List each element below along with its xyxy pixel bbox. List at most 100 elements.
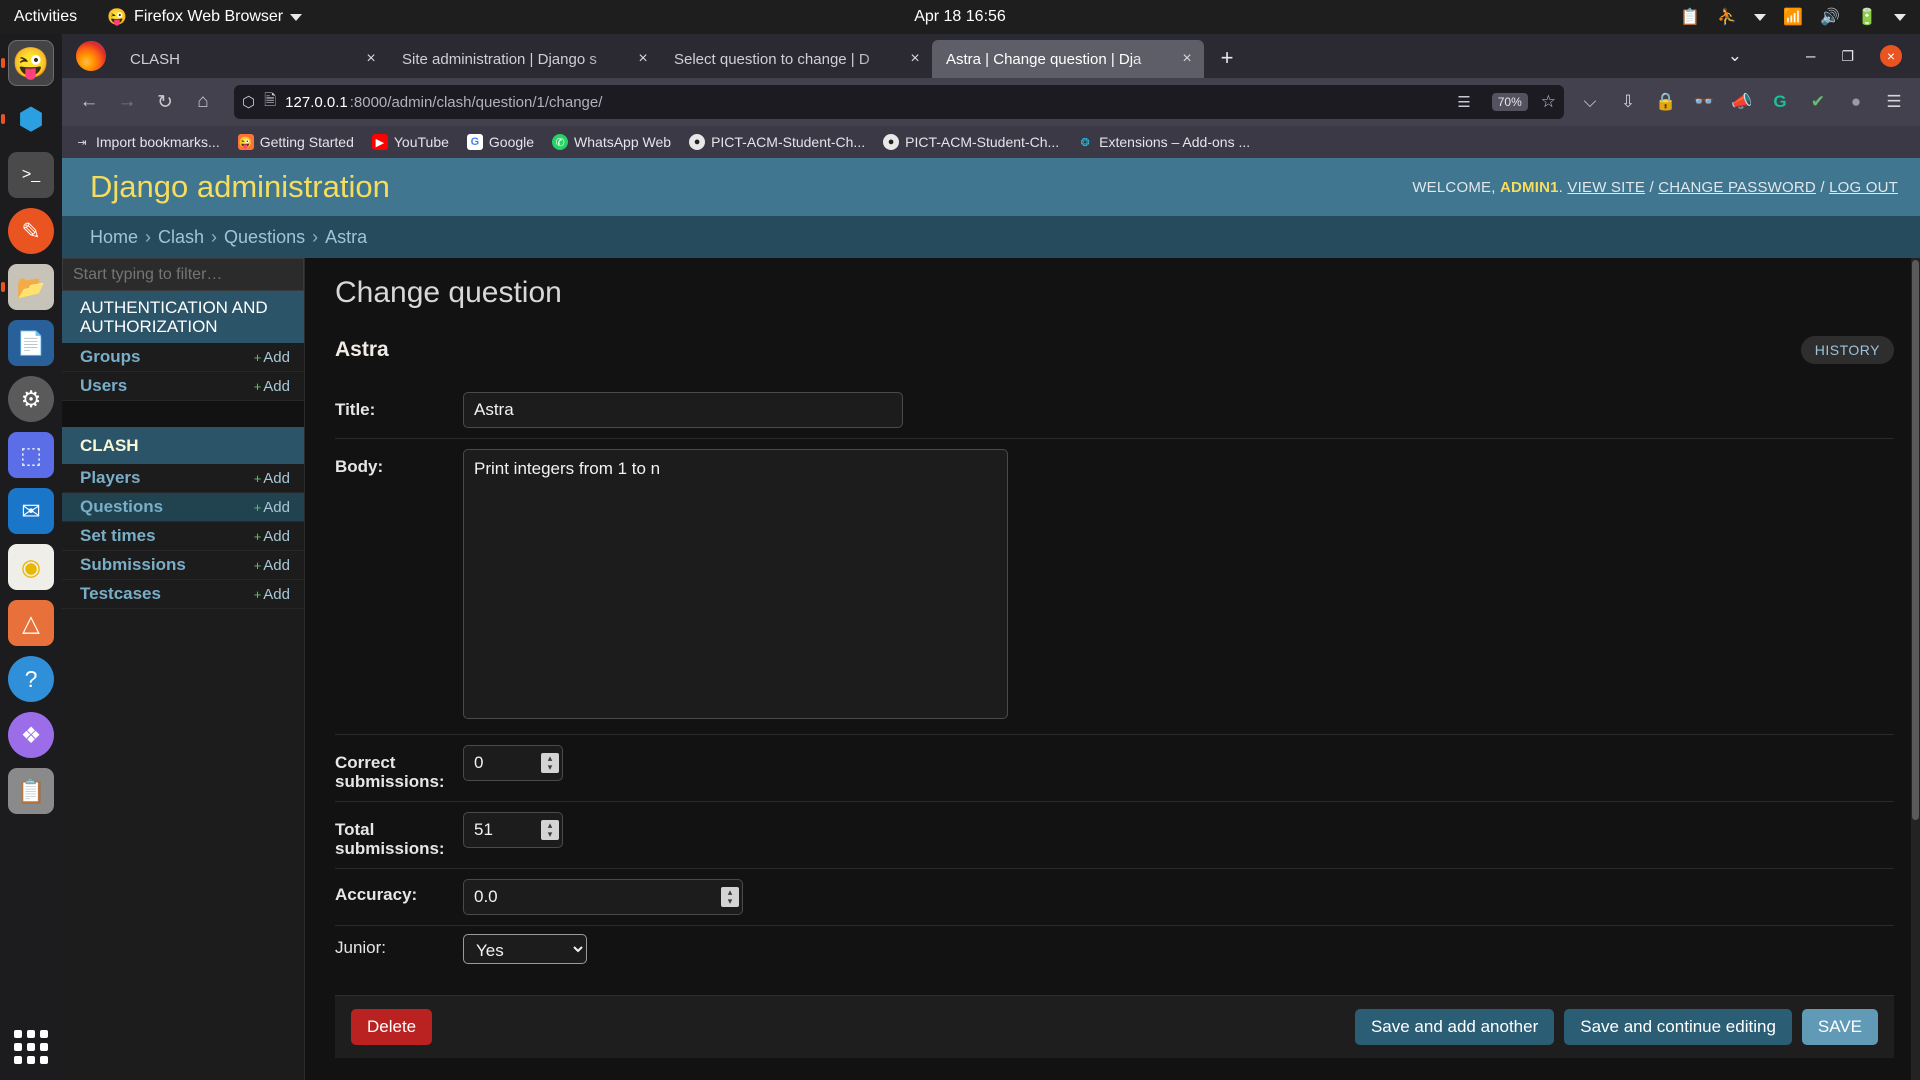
dock-item-settings[interactable]: ⚙ [8, 376, 54, 422]
clock[interactable]: Apr 18 16:56 [914, 8, 1006, 26]
shield-icon[interactable]: ⬡ [242, 93, 255, 111]
system-tray[interactable]: 📋 ⛹ 📶 🔊 🔋 [1680, 7, 1906, 27]
spinner-icon[interactable]: ▴ ▾ [541, 820, 559, 841]
change-password-link[interactable]: CHANGE PASSWORD [1658, 179, 1816, 196]
bookmark-whatsapp-web[interactable]: ✆ WhatsApp Web [552, 134, 671, 150]
close-window-button[interactable]: × [1880, 45, 1902, 67]
dock-item-files[interactable]: 📂 [8, 264, 54, 310]
dock-item-terminal[interactable]: >_ [8, 152, 54, 198]
dock-item-thunderbird[interactable]: ✉ [8, 488, 54, 534]
view-site-link[interactable]: VIEW SITE [1567, 179, 1645, 196]
bookmark-star-icon[interactable]: ☆ [1541, 92, 1556, 112]
delete-button[interactable]: Delete [351, 1009, 433, 1045]
accessibility-chevron-icon[interactable] [1754, 13, 1767, 21]
show-applications-button[interactable] [8, 1024, 54, 1070]
dock-item-screenshot[interactable]: ⬚ [8, 432, 54, 478]
list-all-tabs-icon[interactable]: ⌄ [1728, 46, 1742, 66]
sidebar-item-groups[interactable]: Groups + Add [62, 343, 304, 373]
add-groups-link[interactable]: + Add [254, 349, 290, 366]
accuracy-input[interactable] [463, 879, 743, 916]
accessibility-icon[interactable]: ⛹ [1717, 7, 1737, 27]
sidebar-item-users[interactable]: Users + Add [62, 372, 304, 402]
add-questions-link[interactable]: + Add [254, 499, 290, 516]
zoom-level-badge[interactable]: 70% [1491, 93, 1528, 111]
dock-item-libreoffice-writer[interactable]: 📄 [8, 320, 54, 366]
downloads-icon[interactable]: ⇩ [1616, 90, 1640, 114]
back-button[interactable]: ← [72, 85, 106, 119]
bookmark-import-bookmarks[interactable]: ⇥ Import bookmarks... [74, 134, 219, 150]
add-submissions-link[interactable]: + Add [254, 557, 290, 574]
pocket-icon[interactable]: ⌵ [1578, 90, 1602, 114]
dock-item-network-graph[interactable]: ❖ [8, 712, 54, 758]
breadcrumb-clash[interactable]: Clash [158, 227, 204, 248]
volume-icon[interactable]: 🔊 [1820, 7, 1840, 27]
wifi-icon[interactable]: 📶 [1783, 7, 1803, 27]
password-shield-icon[interactable]: 🔒 [1654, 90, 1678, 114]
avatar-extension-icon[interactable]: 👓 [1692, 90, 1716, 114]
sidebar-item-submissions[interactable]: Submissions + Add [62, 551, 304, 581]
sidebar-item-questions[interactable]: Questions + Add [62, 493, 304, 523]
model-label[interactable]: Questions [80, 497, 163, 517]
dock-item-firefox[interactable]: 😜 [8, 40, 54, 86]
activities-button[interactable]: Activities [14, 8, 77, 26]
body-textarea[interactable]: Print integers from 1 to n [463, 449, 1008, 719]
new-tab-button[interactable]: + [1210, 41, 1244, 75]
reader-view-icon[interactable]: ☰ [1451, 91, 1476, 113]
app-menu-firefox[interactable]: 😜 Firefox Web Browser [107, 7, 303, 27]
title-input[interactable] [463, 392, 903, 428]
tab-close-icon[interactable]: × [904, 50, 926, 68]
dock-item-rhythmbox[interactable]: ◉ [8, 544, 54, 590]
account-icon[interactable]: ● [1844, 90, 1868, 114]
sidebar-item-players[interactable]: Players + Add [62, 464, 304, 494]
site-brand[interactable]: Django administration [90, 169, 390, 205]
add-testcases-link[interactable]: + Add [254, 586, 290, 603]
sidebar-item-set-times[interactable]: Set times + Add [62, 522, 304, 552]
tab-close-icon[interactable]: × [632, 50, 654, 68]
forward-button[interactable]: → [110, 85, 144, 119]
save-and-continue-editing-button[interactable]: Save and continue editing [1564, 1009, 1792, 1045]
page-scrollbar-thumb[interactable] [1912, 260, 1919, 820]
model-label[interactable]: Testcases [80, 584, 161, 604]
breadcrumb-questions[interactable]: Questions [224, 227, 305, 248]
tab-astra-change-question[interactable]: Astra | Change question | Dja × [932, 40, 1204, 78]
save-and-add-another-button[interactable]: Save and add another [1354, 1009, 1555, 1045]
dock-item-libreoffice[interactable]: △ [8, 600, 54, 646]
clipboard-icon[interactable]: 📋 [1680, 7, 1700, 27]
add-users-link[interactable]: + Add [254, 378, 290, 395]
sidebar-item-testcases[interactable]: Testcases + Add [62, 580, 304, 610]
tab-clash[interactable]: CLASH × [116, 40, 388, 78]
tab-close-icon[interactable]: × [1176, 50, 1198, 68]
tab-close-icon[interactable]: × [360, 50, 382, 68]
grammarly-icon[interactable]: G [1768, 90, 1792, 114]
model-label[interactable]: Users [80, 376, 127, 396]
page-scrollbar-track[interactable] [1911, 258, 1920, 1080]
minimize-button[interactable]: – [1806, 46, 1815, 66]
model-label[interactable]: Players [80, 468, 141, 488]
battery-icon[interactable]: 🔋 [1857, 7, 1877, 27]
tab-site-administration[interactable]: Site administration | Django s × [388, 40, 660, 78]
tab-select-question-to-change[interactable]: Select question to change | D × [660, 40, 932, 78]
dock-item-help[interactable]: ? [8, 656, 54, 702]
spinner-icon[interactable]: ▴ ▾ [721, 887, 739, 908]
save-button[interactable]: SAVE [1801, 1009, 1878, 1045]
maximize-button[interactable]: ❐ [1841, 48, 1854, 65]
dock-item-clipboard-manager[interactable]: 📋 [8, 768, 54, 814]
app-menu-icon[interactable]: ☰ [1882, 90, 1906, 114]
junior-select[interactable]: Yes No [463, 934, 587, 965]
add-set-times-link[interactable]: + Add [254, 528, 290, 545]
bookmark-getting-started[interactable]: 😜 Getting Started [237, 134, 354, 150]
bookmark-pict-acm-student-ch-2[interactable]: ● PICT-ACM-Student-Ch... [883, 134, 1059, 150]
home-button[interactable]: ⌂ [186, 85, 220, 119]
bookmark-google[interactable]: G Google [466, 134, 534, 150]
breadcrumb-home[interactable]: Home [90, 227, 138, 248]
log-out-link[interactable]: LOG OUT [1829, 179, 1898, 196]
model-label[interactable]: Set times [80, 526, 156, 546]
bookmark-extensions-addons[interactable]: ❂ Extensions – Add-ons ... [1077, 134, 1251, 150]
sidebar-filter-input[interactable] [62, 258, 304, 291]
spinner-icon[interactable]: ▴ ▾ [541, 753, 559, 773]
bookmark-pict-acm-student-ch-1[interactable]: ● PICT-ACM-Student-Ch... [689, 134, 865, 150]
url-bar[interactable]: ⬡ 🗎 127.0.0.1 :8000/admin/clash/question… [234, 85, 1564, 119]
megaphone-icon[interactable]: 📣 [1730, 90, 1754, 114]
system-menu-chevron-icon[interactable] [1894, 13, 1906, 21]
reload-button[interactable]: ↻ [148, 85, 182, 119]
